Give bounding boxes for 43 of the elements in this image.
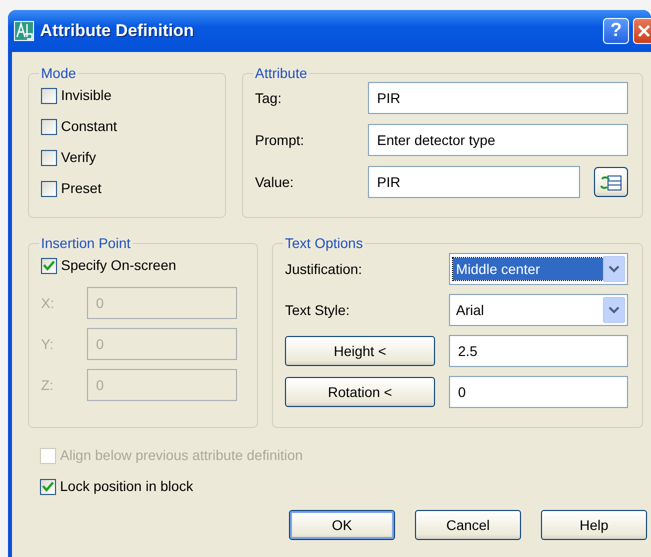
dialog-button[interactable]: Cancel — [415, 510, 521, 540]
field-label: Y: — [41, 334, 54, 354]
field-label: Z: — [41, 376, 54, 394]
text-field[interactable]: 2.5 — [449, 335, 628, 367]
pick-button[interactable]: Height < — [285, 336, 435, 366]
checkbox-label: Align below previous attribute definition — [60, 446, 303, 465]
checkbox-label: Specify On-screen — [61, 256, 176, 275]
dropdown[interactable]: Middle center — [449, 253, 628, 285]
group-title: Text Options — [284, 236, 364, 250]
checkbox[interactable] — [41, 118, 57, 134]
group-title: Attribute — [254, 66, 308, 80]
app-icon — [14, 21, 34, 41]
dialog-button[interactable]: Help — [541, 510, 647, 540]
checkbox-label: Invisible — [61, 86, 112, 105]
dialog-button[interactable]: OK — [289, 510, 395, 540]
text-field[interactable]: 0 — [449, 376, 628, 408]
field-label: X: — [41, 294, 56, 312]
checkbox[interactable] — [41, 150, 57, 166]
checkbox[interactable] — [41, 258, 57, 274]
checkbox[interactable] — [41, 180, 57, 196]
checkbox[interactable] — [41, 88, 57, 104]
insert-field-button[interactable] — [594, 167, 628, 197]
group-title: Insertion Point — [40, 236, 132, 250]
checkbox-label: Constant — [61, 117, 118, 136]
checkbox-label: Lock position in block — [60, 477, 194, 496]
field-label: Justification: — [285, 260, 364, 278]
text-field[interactable]: Enter detector type — [368, 124, 628, 156]
field-label: Prompt: — [255, 130, 306, 150]
checkbox[interactable] — [40, 478, 56, 494]
checkbox-label: Verify — [61, 148, 96, 167]
group-title: Mode — [40, 66, 78, 80]
pick-button[interactable]: Rotation < — [285, 377, 435, 407]
text-field[interactable]: PIR — [368, 82, 628, 114]
window-title: Attribute Definition — [40, 20, 195, 42]
close-button[interactable] — [633, 18, 651, 44]
dropdown[interactable]: Arial — [449, 294, 628, 326]
list-refresh-icon — [600, 174, 622, 191]
text-field[interactable]: PIR — [368, 166, 580, 198]
field-label: Tag: — [255, 88, 282, 108]
field-label: Value: — [255, 172, 295, 192]
field-label: Text Style: — [285, 300, 351, 320]
close-icon — [637, 24, 651, 38]
checkbox-label: Preset — [61, 179, 102, 198]
